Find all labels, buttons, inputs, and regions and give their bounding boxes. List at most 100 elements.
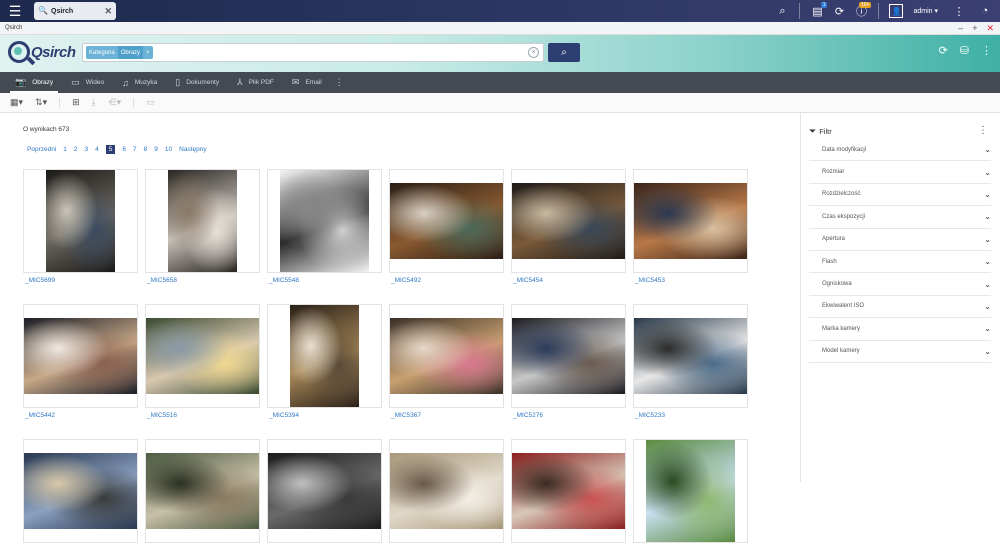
image-result-card[interactable] — [511, 439, 626, 543]
pager-previous-link[interactable]: Poprzedni — [27, 146, 56, 153]
pager-page-link[interactable]: 8 — [144, 146, 148, 153]
chevron-down-icon[interactable]: ⌄ — [984, 347, 991, 356]
main-menu-icon[interactable]: ☰ — [0, 0, 30, 22]
image-thumbnail[interactable] — [389, 439, 504, 543]
image-thumbnail[interactable] — [145, 304, 260, 408]
more-vertical-icon[interactable]: ⋮ — [981, 44, 992, 57]
filter-item[interactable]: Rozdzielczość ⌄ — [809, 184, 991, 207]
image-result-card[interactable]: _MIC5367 — [389, 304, 504, 419]
image-filename-link[interactable]: _MIC5276 — [511, 412, 626, 419]
pager-next-link[interactable]: Następny — [179, 146, 206, 153]
image-result-card[interactable]: _MIC5454 — [511, 169, 626, 284]
more-vertical-icon[interactable]: ⋮ — [335, 77, 344, 88]
image-filename-link[interactable]: _MIC5548 — [267, 277, 382, 284]
image-thumbnail[interactable] — [389, 169, 504, 273]
image-thumbnail[interactable] — [389, 304, 504, 408]
chevron-down-icon[interactable]: ⌄ — [984, 280, 991, 289]
image-result-card[interactable] — [23, 439, 138, 543]
search-icon[interactable]: ⌕ — [771, 0, 793, 22]
pager-page-link[interactable]: 3 — [85, 146, 89, 153]
filter-item[interactable]: Ekwiwalent ISO ⌄ — [809, 296, 991, 319]
filter-item[interactable]: Ogniskowa ⌄ — [809, 273, 991, 296]
image-thumbnail[interactable] — [145, 439, 260, 543]
image-filename-link[interactable]: _MIC5394 — [267, 412, 382, 419]
search-input[interactable]: Kategoria Obrazy × × — [82, 43, 544, 62]
image-result-card[interactable] — [145, 439, 260, 543]
image-thumbnail[interactable] — [267, 439, 382, 543]
tab-wideo[interactable]: ▭ Wideo — [62, 72, 113, 93]
image-thumbnail[interactable] — [267, 169, 382, 273]
tasks-icon[interactable]: ▤ 1 — [806, 0, 828, 22]
image-result-card[interactable]: _MIC5492 — [389, 169, 504, 284]
image-result-card[interactable]: _MIC5516 — [145, 304, 260, 419]
chevron-down-icon[interactable]: ⌄ — [984, 145, 991, 154]
tab-muzyka[interactable]: ♫ Muzyka — [113, 72, 166, 93]
image-thumbnail[interactable] — [145, 169, 260, 273]
image-thumbnail[interactable] — [511, 169, 626, 273]
chevron-down-icon[interactable]: ⌄ — [984, 324, 991, 333]
image-result-card[interactable]: _MIC5699 — [23, 169, 138, 284]
app-tab-qsirch[interactable]: 🔍 Qsirch ✕ — [34, 2, 116, 20]
minimize-icon[interactable]: – — [958, 22, 963, 35]
image-result-card[interactable]: _MIC5394 — [267, 304, 382, 419]
sync-icon[interactable]: ⟳ — [828, 0, 850, 22]
select-icon[interactable]: ⊞ — [72, 97, 80, 108]
grid-view-icon[interactable]: ▦▾ — [10, 97, 23, 108]
image-thumbnail[interactable] — [511, 304, 626, 408]
image-thumbnail[interactable] — [633, 439, 748, 543]
filter-item[interactable]: Marka kamery ⌄ — [809, 318, 991, 341]
dashboard-gauge-icon[interactable]: ◔ — [974, 0, 996, 22]
pager-page-link[interactable]: 5 — [105, 145, 116, 154]
image-result-card[interactable]: _MIC5453 — [633, 169, 748, 284]
chevron-down-icon[interactable]: ⌄ — [984, 302, 991, 311]
image-result-card[interactable] — [633, 439, 748, 543]
share-icon[interactable]: ⋲▾ — [108, 97, 122, 108]
image-filename-link[interactable]: _MIC5442 — [23, 412, 138, 419]
image-filename-link[interactable]: _MIC5516 — [145, 412, 260, 419]
more-vertical-icon[interactable]: ⋮ — [978, 125, 988, 136]
search-button[interactable]: ⌕ — [548, 43, 580, 62]
image-result-card[interactable] — [389, 439, 504, 543]
sort-icon[interactable]: ⇅▾ — [35, 97, 47, 108]
image-filename-link[interactable]: _MIC5699 — [23, 277, 138, 284]
image-result-card[interactable]: _MIC5276 — [511, 304, 626, 419]
close-window-icon[interactable]: ✕ — [986, 22, 994, 35]
chevron-down-icon[interactable]: ⌄ — [984, 257, 991, 266]
folder-icon[interactable]: ▭ — [146, 97, 155, 108]
maximize-icon[interactable]: + — [972, 22, 977, 35]
image-filename-link[interactable]: _MIC5492 — [389, 277, 504, 284]
image-result-card[interactable]: _MIC5548 — [267, 169, 382, 284]
chevron-down-icon[interactable]: ⌄ — [984, 190, 991, 199]
image-result-card[interactable]: _MIC5658 — [145, 169, 260, 284]
image-filename-link[interactable]: _MIC5233 — [633, 412, 748, 419]
image-result-card[interactable]: _MIC5233 — [633, 304, 748, 419]
image-filename-link[interactable]: _MIC5453 — [633, 277, 748, 284]
category-filter-chip[interactable]: Kategoria Obrazy × — [86, 46, 153, 59]
close-tab-icon[interactable]: ✕ — [104, 6, 112, 17]
pager-page-link[interactable]: 4 — [95, 146, 99, 153]
image-thumbnail[interactable] — [23, 169, 138, 273]
image-thumbnail[interactable] — [23, 304, 138, 408]
image-filename-link[interactable]: _MIC5367 — [389, 412, 504, 419]
pager-page-link[interactable]: 7 — [133, 146, 137, 153]
image-filename-link[interactable]: _MIC5454 — [511, 277, 626, 284]
image-thumbnail[interactable] — [23, 439, 138, 543]
filter-item[interactable]: Czas ekspozycji ⌄ — [809, 206, 991, 229]
filter-item[interactable]: Data modyfikacji ⌄ — [809, 139, 991, 162]
filter-item[interactable]: Apertura ⌄ — [809, 229, 991, 251]
clear-search-icon[interactable]: × — [528, 47, 539, 58]
pager-page-link[interactable]: 10 — [165, 146, 172, 153]
pager-page-link[interactable]: 9 — [154, 146, 158, 153]
tab-dokumenty[interactable]: ▯ Dokumenty — [166, 72, 228, 93]
image-result-card[interactable]: _MIC5442 — [23, 304, 138, 419]
image-result-card[interactable] — [267, 439, 382, 543]
user-menu[interactable]: 👤 admin ▾ — [889, 4, 938, 18]
chevron-down-icon[interactable]: ⌄ — [984, 235, 991, 244]
image-filename-link[interactable]: _MIC5658 — [145, 277, 260, 284]
chevron-down-icon[interactable]: ⌄ — [984, 212, 991, 221]
image-thumbnail[interactable] — [633, 169, 748, 273]
download-icon[interactable]: ⤓ — [92, 97, 96, 108]
filter-item[interactable]: Flash ⌄ — [809, 251, 991, 274]
filter-item[interactable]: Model kamery ⌄ — [809, 341, 991, 363]
info-icon[interactable]: ⓘ 10+ — [850, 0, 872, 22]
